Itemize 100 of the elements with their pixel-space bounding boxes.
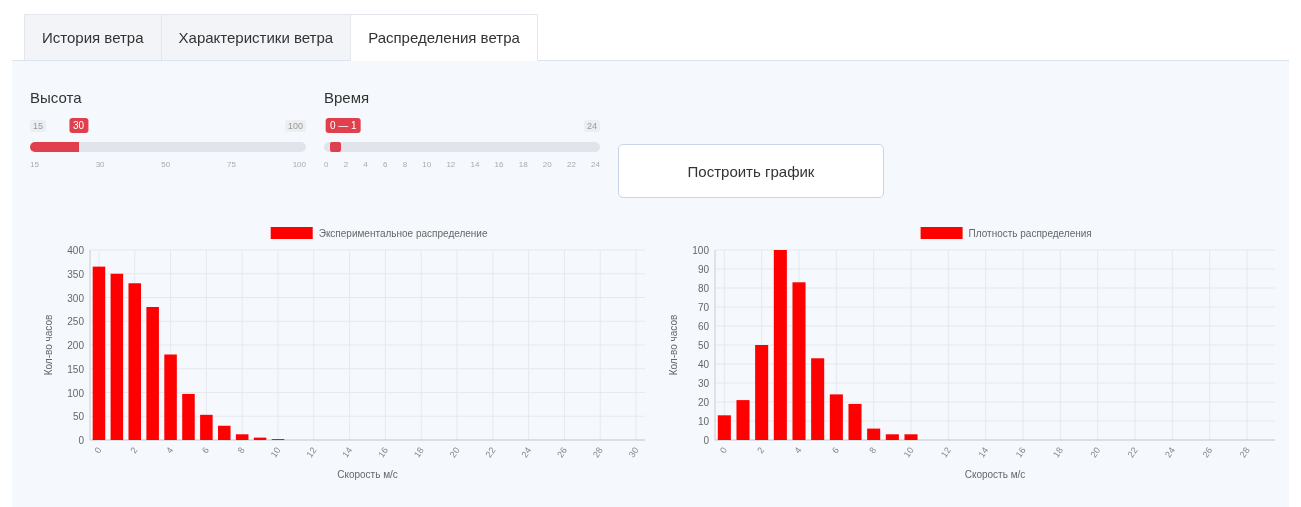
legend-label: Экспериментальное распределение	[318, 228, 488, 239]
bar	[182, 393, 195, 440]
tick-label: 2	[343, 160, 349, 169]
y-tick-label: 0	[703, 435, 709, 446]
tab[interactable]: Характеристики ветра	[160, 14, 352, 60]
slider-track[interactable]	[30, 142, 306, 152]
x-tick-label: 6	[199, 445, 211, 456]
x-axis-title: Скорость м/с	[337, 469, 398, 480]
y-tick-label: 350	[67, 268, 84, 280]
x-tick-label: 4	[792, 445, 804, 456]
tick-label: 4	[363, 160, 368, 169]
x-tick-label: 20	[1088, 445, 1103, 460]
tick-label: 10	[422, 160, 432, 169]
max-label: 24	[584, 120, 600, 132]
x-tick-label: 14	[976, 445, 991, 460]
x-tick-label: 26	[555, 445, 570, 460]
x-tick-label: 22	[483, 445, 498, 460]
x-tick-label: 8	[867, 445, 879, 456]
x-tick-label: 18	[1051, 445, 1065, 460]
tab[interactable]: Распределения ветра	[350, 14, 538, 61]
tick-label: 24	[591, 160, 600, 169]
y-tick-label: 40	[697, 359, 709, 370]
legend-label: Плотность распределения	[968, 228, 1092, 239]
x-tick-label: 8	[235, 445, 247, 456]
y-tick-label: 20	[697, 397, 709, 408]
bar	[885, 434, 899, 440]
x-tick-label: 2	[755, 445, 767, 456]
y-tick-label: 30	[697, 378, 709, 389]
y-tick-label: 70	[697, 302, 709, 313]
x-tick-label: 0	[92, 445, 104, 456]
y-tick-label: 150	[67, 363, 84, 375]
bar	[218, 425, 231, 440]
bar	[867, 428, 881, 440]
tick-label: 50	[161, 160, 171, 169]
tick-label: 16	[494, 160, 504, 169]
y-tick-label: 90	[697, 264, 709, 275]
x-tick-label: 22	[1125, 445, 1140, 460]
plot-button[interactable]: Построить график	[618, 144, 884, 198]
tick-label: 6	[382, 160, 388, 169]
value-label: 0 — 1	[325, 118, 361, 133]
y-tick-label: 300	[67, 292, 84, 304]
bar	[717, 415, 731, 440]
x-tick-label: 30	[626, 445, 641, 460]
x-tick-label: 18	[411, 445, 426, 460]
bar	[235, 434, 249, 440]
x-tick-label: 2	[128, 445, 140, 456]
bar	[904, 434, 918, 440]
slider-label: Время	[324, 89, 370, 106]
tick-label: 30	[95, 160, 105, 169]
x-tick-label: 26	[1200, 445, 1215, 460]
x-tick-label: 24	[519, 445, 534, 460]
tick-label: 0	[324, 160, 329, 169]
legend-swatch	[270, 227, 313, 239]
y-axis-title: Кол-во часов	[43, 314, 54, 376]
x-tick-label: 16	[376, 445, 391, 460]
x-tick-label: 20	[447, 445, 462, 460]
x-tick-label: 0	[717, 445, 729, 456]
min-label: 15	[30, 120, 46, 132]
tick-label: 75	[226, 160, 236, 169]
y-tick-label: 10	[697, 416, 709, 427]
tick-label: 12	[446, 160, 456, 169]
tick-label: 8	[402, 160, 408, 169]
bar	[848, 403, 862, 440]
bar	[736, 400, 750, 440]
tick-label: 14	[470, 160, 480, 169]
y-tick-label: 100	[692, 245, 709, 256]
y-tick-label: 0	[78, 435, 84, 446]
legend-swatch	[920, 227, 963, 239]
x-tick-label: 28	[1237, 445, 1252, 460]
x-axis-title: Скорость м/с	[964, 469, 1026, 480]
x-tick-label: 10	[268, 445, 283, 460]
y-tick-label: 400	[67, 245, 84, 256]
tick-label: 18	[518, 160, 528, 169]
y-tick-label: 50	[697, 340, 709, 351]
bar	[253, 437, 267, 440]
tick-label: 15	[30, 160, 39, 169]
max-label: 100	[284, 120, 306, 132]
slider-label: Высота	[30, 89, 82, 106]
tick-label: 20	[542, 160, 552, 169]
x-tick-label: 10	[901, 445, 916, 460]
y-axis-title: Кол-во часов	[668, 314, 679, 376]
y-tick-label: 100	[67, 387, 84, 399]
x-tick-label: 14	[340, 445, 355, 460]
bar	[829, 394, 843, 440]
slider-track[interactable]	[324, 142, 600, 152]
x-tick-label: 12	[939, 445, 953, 460]
x-tick-label: 28	[590, 445, 605, 460]
x-tick-label: 4	[164, 445, 176, 456]
x-tick-label: 12	[304, 445, 319, 460]
tick-label: 22	[566, 160, 576, 169]
y-tick-label: 60	[697, 321, 709, 332]
y-tick-label: 80	[697, 283, 709, 294]
y-tick-label: 200	[67, 340, 84, 351]
tab[interactable]: История ветра	[24, 14, 162, 60]
x-tick-label: 6	[829, 445, 841, 456]
x-tick-label: 16	[1013, 445, 1028, 460]
y-tick-label: 50	[72, 411, 84, 423]
y-tick-label: 250	[67, 316, 84, 328]
value-label: 30	[69, 118, 89, 133]
tick-label: 100	[292, 160, 306, 169]
